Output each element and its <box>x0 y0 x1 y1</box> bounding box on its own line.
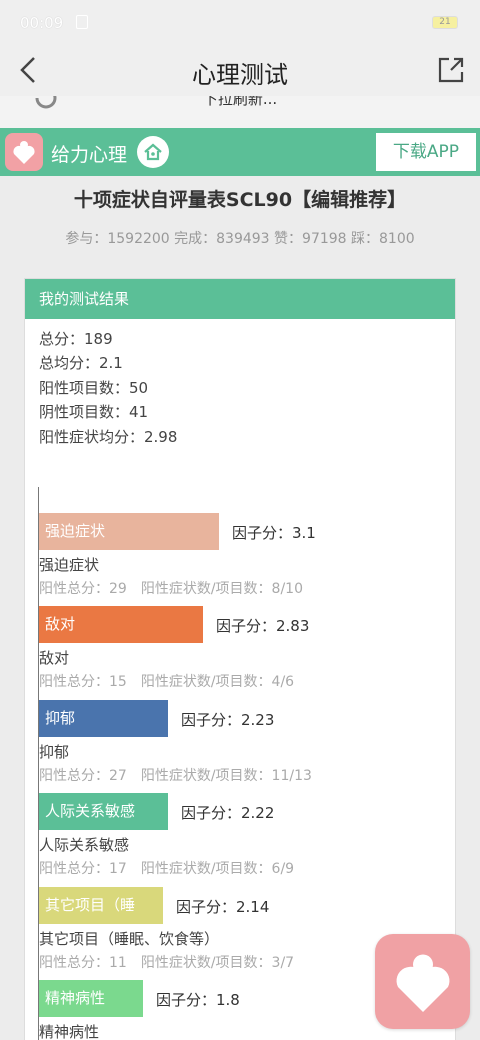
factor-positive-ratio: 阳性症状数/项目数：8/10 <box>140 581 303 597</box>
factor-item: 人际关系敏感 因子分：2.22 人际关系敏感 阳性总分：17 阳性症状数/项目数：6/9 <box>38 793 443 886</box>
main-content: 十项症状自评量表SCL90【编辑推荐】 参与：1592200 完成：839493… <box>0 176 480 1040</box>
factor-detail: 阳性总分：17 阳性症状数/项目数：6/9 <box>39 858 294 878</box>
result-summary: 总分：189 总均分：2.1 阳性项目数：50 阴性项目数：41 阳性症状均分：… <box>25 319 455 449</box>
share-icon <box>438 57 464 83</box>
factor-score: 因子分：2.14 <box>176 897 270 916</box>
factor-score: 因子分：3.1 <box>232 524 316 542</box>
factor-positive-total: 阳性总分：11 <box>39 954 127 971</box>
heart-person-icon <box>13 141 35 164</box>
factor-score: 因子分：1.8 <box>156 991 240 1009</box>
refresh-label: 下拉刷新... <box>202 96 278 108</box>
heart-person-icon <box>396 954 449 1012</box>
home-button[interactable] <box>137 136 169 168</box>
factor-score: 因子分：2.22 <box>181 804 275 823</box>
factor-detail: 阳性总分：29 阳性症状数/项目数：8/10 <box>39 578 303 598</box>
factor-name: 人际关系敏感 <box>39 836 130 855</box>
factor-score: 因子分：2.23 <box>181 710 275 729</box>
factor-bar: 敌对 <box>39 606 203 644</box>
brand-bar: 给力心理 下载APP <box>0 128 480 176</box>
summary-average: 总均分：2.1 <box>39 354 123 373</box>
factor-positive-ratio: 阳性症状数/项目数：11/13 <box>140 767 312 784</box>
factor-name: 其它项目（睡眠、饮食等） <box>39 929 220 948</box>
factor-bar: 强迫症状 <box>39 513 219 550</box>
summary-negative-count: 阴性项目数：41 <box>39 403 149 422</box>
status-bar: 00:09 21 <box>0 0 480 46</box>
factor-detail: 阳性总分：27 阳性症状数/项目数：11/13 <box>39 765 312 785</box>
page-title: 心理测试 <box>192 61 288 89</box>
app-logo <box>5 133 43 171</box>
factor-item: 强迫症状 因子分：3.1 强迫症状 阳性总分：29 阳性症状数/项目数：8/10 <box>38 513 443 606</box>
download-app-button[interactable]: 下载APP <box>376 133 476 171</box>
summary-positive-count: 阳性项目数：50 <box>39 378 149 397</box>
sim-icon <box>76 15 88 29</box>
test-stats: 参与：1592200 完成：839493 赞：97198 踩：8100 <box>65 231 415 247</box>
factor-score: 因子分：2.83 <box>216 617 310 636</box>
home-icon <box>144 143 162 161</box>
factor-positive-total: 阳性总分：17 <box>39 861 127 878</box>
factor-item: 抑郁 因子分：2.23 抑郁 阳性总分：27 阳性症状数/项目数：11/13 <box>38 699 443 793</box>
pull-refresh-indicator: 下拉刷新... <box>0 96 480 128</box>
brand-name: 给力心理 <box>51 144 128 166</box>
summary-total: 总分：189 <box>39 330 113 348</box>
factor-bar: 精神病性 <box>39 980 143 1017</box>
factor-name: 强迫症状 <box>39 556 100 574</box>
share-button[interactable] <box>434 50 468 90</box>
factor-name: 抑郁 <box>39 742 70 761</box>
factor-bar: 人际关系敏感 <box>39 793 168 831</box>
factor-positive-total: 阳性总分：29 <box>39 581 127 597</box>
factor-item: 敌对 因子分：2.83 敌对 阳性总分：15 阳性症状数/项目数：4/6 <box>38 606 443 699</box>
factor-positive-ratio: 阳性症状数/项目数：6/9 <box>140 861 295 878</box>
status-time: 00:09 <box>20 14 64 32</box>
result-card-header: 我的测试结果 <box>25 279 455 319</box>
factor-positive-ratio: 阳性症状数/项目数：4/6 <box>140 674 295 691</box>
factor-positive-total: 阳性总分：15 <box>39 674 127 691</box>
factor-positive-total: 阳性总分：27 <box>39 767 127 784</box>
floating-app-button[interactable] <box>375 934 470 1029</box>
result-card: 我的测试结果 总分：189 总均分：2.1 阳性项目数：50 阴性项目数：41 … <box>24 278 456 1040</box>
nav-bar: 心理测试 <box>0 46 480 96</box>
factor-name: 精神病性 <box>39 1023 100 1040</box>
factor-bar: 其它项目（睡 <box>39 886 163 924</box>
battery-icon: 21 <box>432 16 458 29</box>
factor-name: 敌对 <box>39 649 70 668</box>
factor-detail: 阳性总分：15 阳性症状数/项目数：4/6 <box>39 671 294 691</box>
factor-detail: 阳性总分：11 阳性症状数/项目数：3/7 <box>39 952 294 972</box>
summary-positive-average: 阳性症状均分：2.98 <box>39 427 178 446</box>
factor-bar: 抑郁 <box>39 699 168 737</box>
test-title: 十项症状自评量表SCL90【编辑推荐】 <box>73 189 407 211</box>
factor-positive-ratio: 阳性症状数/项目数：3/7 <box>140 954 295 971</box>
